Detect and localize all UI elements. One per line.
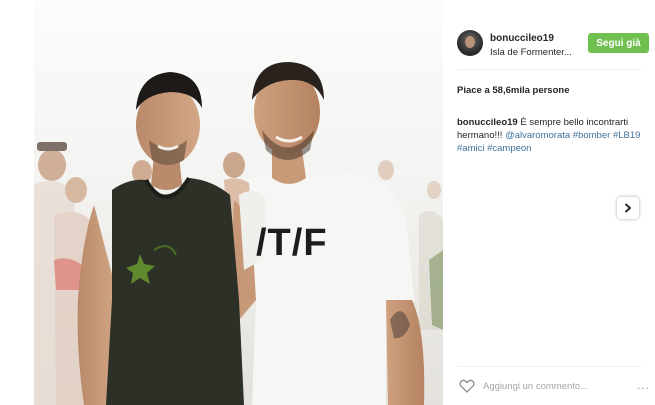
heart-icon[interactable] — [459, 378, 475, 394]
shirt-text: /T/F — [256, 222, 328, 264]
post-photo[interactable]: /T/F — [34, 0, 443, 405]
caption-username[interactable]: bonuccileo19 — [457, 117, 518, 128]
chevron-right-icon — [625, 203, 631, 213]
post-header: bonuccileo19 Isla de Formenter... Segui … — [443, 22, 655, 64]
location-link[interactable]: Isla de Formenter... — [490, 47, 572, 58]
ellipsis-icon[interactable]: ... — [637, 378, 650, 392]
comment-row: ... — [443, 372, 655, 402]
next-post-button[interactable] — [617, 197, 639, 219]
username-link[interactable]: bonuccileo19 — [490, 33, 554, 44]
comment-input[interactable] — [483, 378, 633, 394]
follow-button[interactable]: Segui già — [588, 33, 649, 53]
hashtag[interactable]: #amici — [457, 143, 484, 154]
header-divider — [457, 69, 641, 70]
avatar[interactable] — [457, 30, 483, 56]
hashtag[interactable]: #bomber — [573, 130, 611, 141]
photo-illustration: /T/F — [34, 0, 443, 405]
post-caption: bonuccileo19 È sempre bello incontrarti … — [457, 116, 647, 155]
comment-divider — [457, 366, 641, 367]
hashtag[interactable]: #campeon — [487, 143, 531, 154]
caption-mention[interactable]: @alvaromorata — [505, 130, 570, 141]
likes-count[interactable]: Piace a 58,6mila persone — [457, 85, 569, 96]
hashtag[interactable]: #LB19 — [613, 130, 640, 141]
